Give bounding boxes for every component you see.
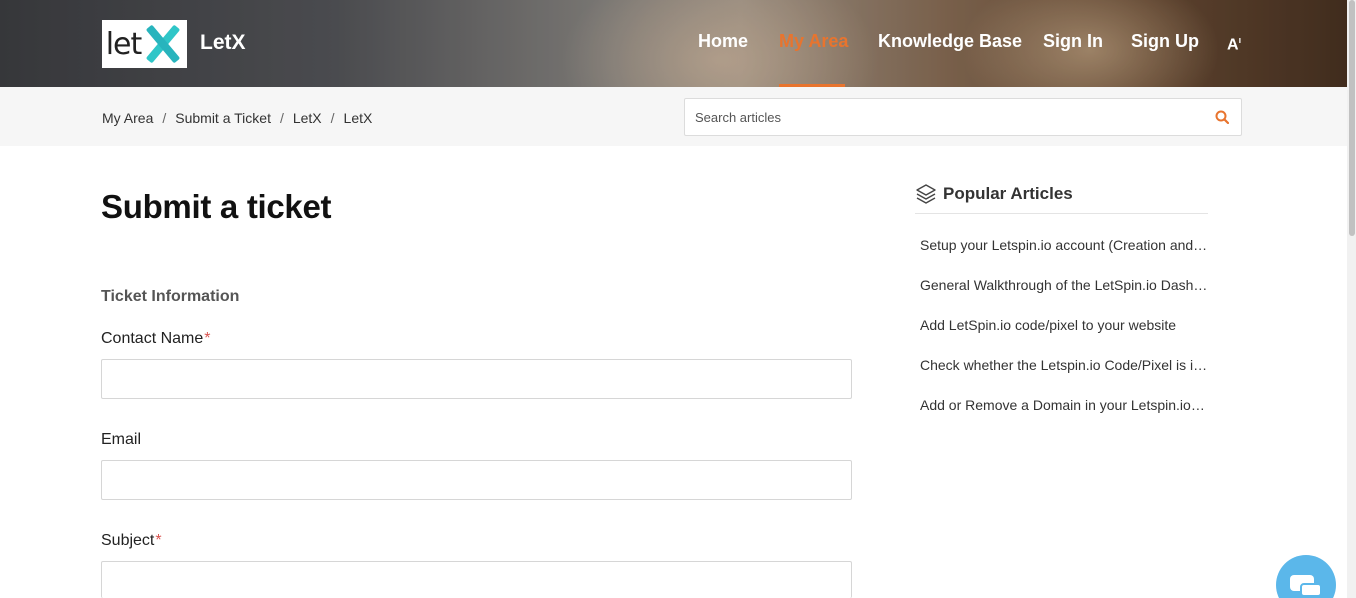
required-marker: * <box>204 330 211 347</box>
section-title: Ticket Information <box>101 288 240 305</box>
email-field[interactable] <box>101 460 852 500</box>
breadcrumb-item[interactable]: My Area <box>102 110 153 126</box>
logo-text: let <box>105 26 143 62</box>
popular-article-link[interactable]: Add LetSpin.io code/pixel to your websit… <box>920 317 1208 333</box>
nav-my-area[interactable]: My Area <box>779 31 848 52</box>
popular-article-link[interactable]: Add or Remove a Domain in your Letspin.i… <box>920 397 1208 413</box>
popular-articles-divider <box>915 213 1208 214</box>
breadcrumb-item[interactable]: Submit a Ticket <box>175 110 271 126</box>
scrollbar-thumb[interactable] <box>1349 0 1355 236</box>
subject-field[interactable] <box>101 561 852 598</box>
contact-name-field[interactable] <box>101 359 852 399</box>
search-input[interactable] <box>695 107 1195 127</box>
site-logo[interactable]: let <box>102 20 187 68</box>
nav-sign-up[interactable]: Sign Up <box>1131 31 1199 52</box>
search-box <box>684 98 1242 136</box>
chat-widget-button[interactable] <box>1276 555 1336 598</box>
breadcrumb-bar: My Area / Submit a Ticket / LetX / LetX <box>0 87 1347 146</box>
nav-home[interactable]: Home <box>698 31 748 52</box>
font-size-icon-letter: A <box>1227 36 1239 54</box>
subject-label: Subject* <box>101 532 162 550</box>
email-label: Email <box>101 431 141 449</box>
breadcrumb-separator: / <box>279 110 284 126</box>
site-header: let LetX Home My Area Knowledge Base Sig… <box>0 0 1347 87</box>
popular-article-link[interactable]: General Walkthrough of the LetSpin.io Da… <box>920 277 1208 293</box>
nav-knowledge-base[interactable]: Knowledge Base <box>878 31 1022 52</box>
logo-x-icon <box>143 24 183 64</box>
popular-article-link[interactable]: Check whether the Letspin.io Code/Pixel … <box>920 357 1208 373</box>
breadcrumb-separator: / <box>162 110 167 126</box>
popular-articles-title: Popular Articles <box>943 184 1073 203</box>
popular-article-link[interactable]: Setup your Letspin.io account (Creation … <box>920 237 1208 253</box>
search-icon[interactable] <box>1215 110 1229 124</box>
breadcrumb: My Area / Submit a Ticket / LetX / LetX <box>102 110 372 126</box>
breadcrumb-separator: / <box>330 110 335 126</box>
nav-sign-in[interactable]: Sign In <box>1043 31 1103 52</box>
font-size-icon[interactable]: Aı <box>1227 35 1241 54</box>
contact-name-label: Contact Name* <box>101 330 211 348</box>
chat-bubble-icon <box>1300 583 1322 597</box>
email-label-text: Email <box>101 431 142 448</box>
layers-icon <box>916 184 936 204</box>
breadcrumb-item: LetX <box>343 110 373 126</box>
required-marker: * <box>155 532 162 549</box>
page-title: Submit a ticket <box>101 188 332 225</box>
breadcrumb-item[interactable]: LetX <box>293 110 322 126</box>
subject-label-text: Subject <box>101 532 155 549</box>
brand-name[interactable]: LetX <box>200 31 246 55</box>
contact-name-label-text: Contact Name <box>101 330 204 347</box>
